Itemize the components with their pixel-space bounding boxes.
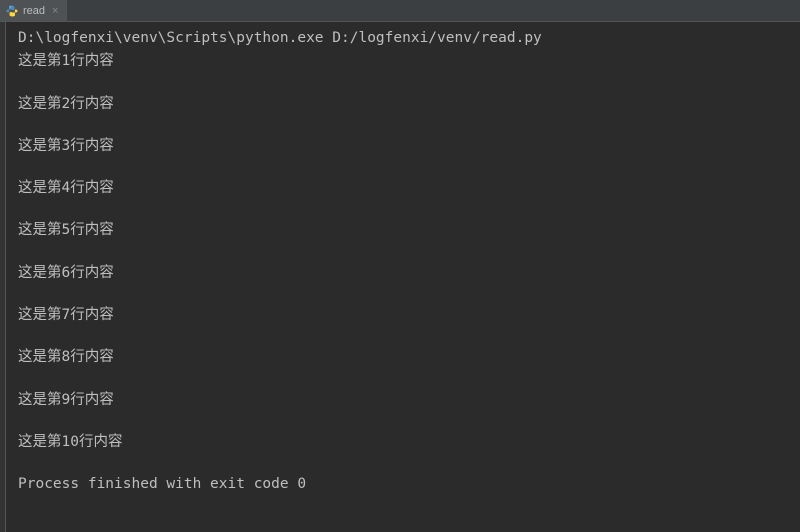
output-line: 这是第3行内容 <box>18 136 790 156</box>
output-line: 这是第6行内容 <box>18 263 790 283</box>
blank-line <box>18 410 790 432</box>
output-line: 这是第4行内容 <box>18 178 790 198</box>
blank-line <box>18 283 790 305</box>
output-container: 这是第1行内容这是第2行内容这是第3行内容这是第4行内容这是第5行内容这是第6行… <box>18 51 790 452</box>
console-output[interactable]: D:\logfenxi\venv\Scripts\python.exe D:/l… <box>6 22 800 532</box>
blank-line <box>18 325 790 347</box>
tab-label: read <box>23 5 45 17</box>
output-line: 这是第5行内容 <box>18 220 790 240</box>
blank-line <box>18 241 790 263</box>
output-line: 这是第10行内容 <box>18 432 790 452</box>
blank-line <box>18 368 790 390</box>
tab-read[interactable]: read × <box>0 0 67 21</box>
close-icon[interactable]: × <box>52 5 58 17</box>
output-line: 这是第2行内容 <box>18 94 790 114</box>
exit-message: Process finished with exit code 0 <box>18 474 790 494</box>
tab-bar: read × <box>0 0 800 22</box>
blank-line <box>18 156 790 178</box>
blank-line <box>18 452 790 474</box>
blank-line <box>18 114 790 136</box>
output-line: 这是第7行内容 <box>18 305 790 325</box>
blank-line <box>18 198 790 220</box>
output-line: 这是第8行内容 <box>18 347 790 367</box>
blank-line <box>18 72 790 94</box>
content-area: D:\logfenxi\venv\Scripts\python.exe D:/l… <box>0 22 800 532</box>
output-line: 这是第9行内容 <box>18 390 790 410</box>
python-file-icon <box>6 5 18 17</box>
output-line: 这是第1行内容 <box>18 51 790 71</box>
command-line: D:\logfenxi\venv\Scripts\python.exe D:/l… <box>18 28 790 48</box>
